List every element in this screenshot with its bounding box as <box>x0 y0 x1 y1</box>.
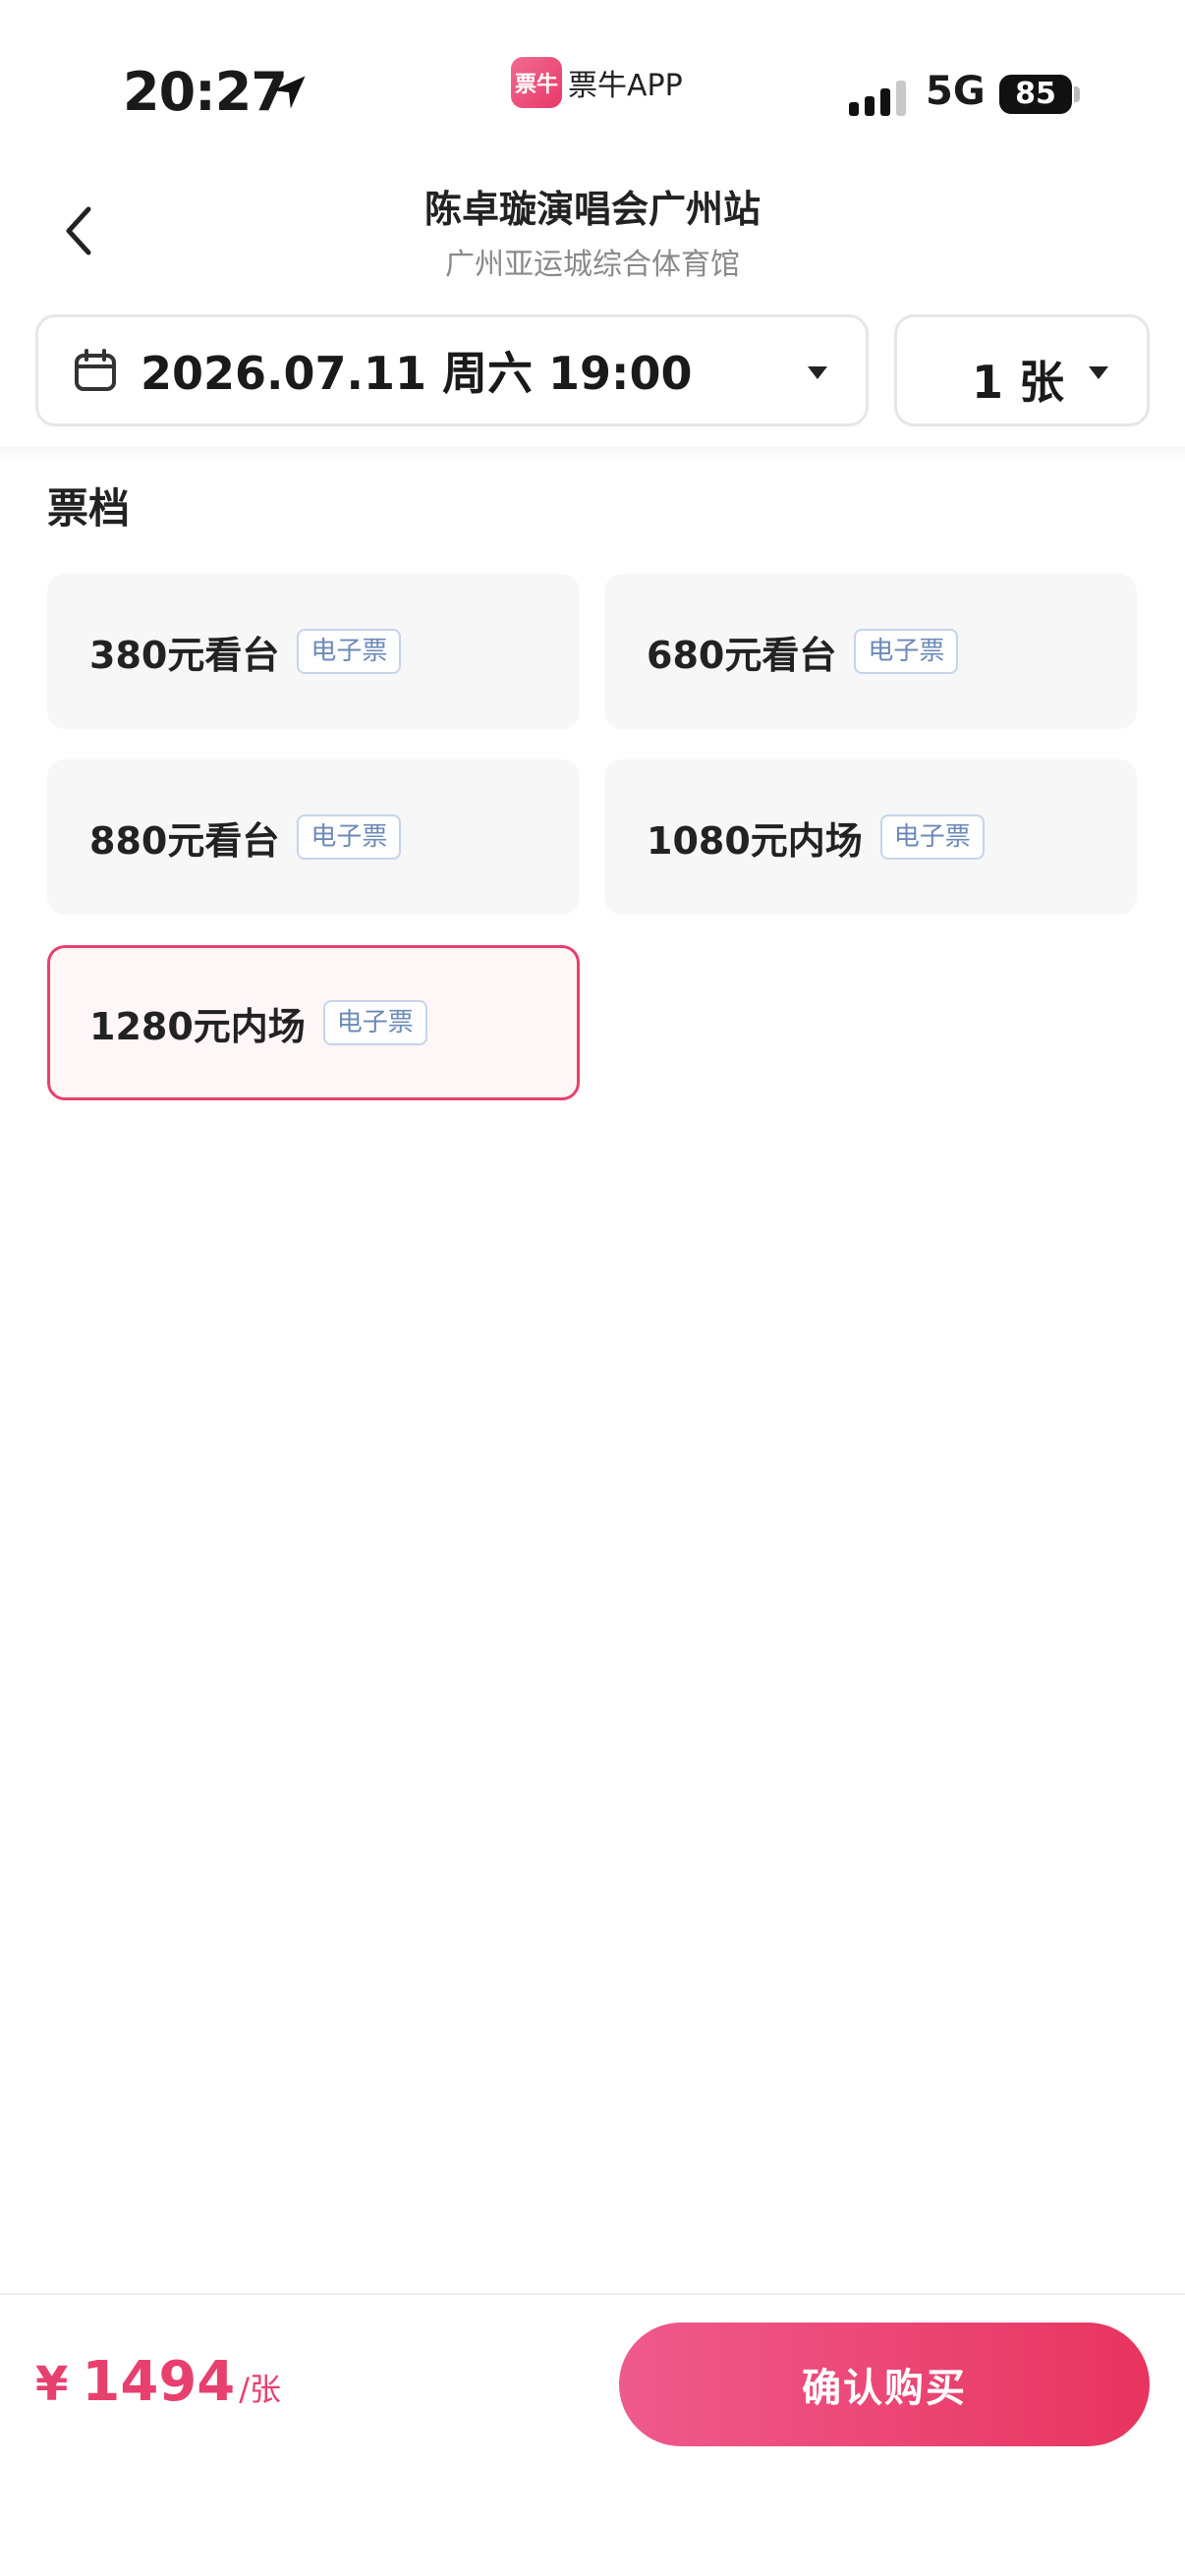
date-selector[interactable]: 2026.07.11 周六 19:00 <box>35 314 869 426</box>
section-divider <box>0 446 1185 462</box>
caret-down-icon <box>1089 366 1108 379</box>
network-type: 5G <box>926 69 986 114</box>
tier-option-380[interactable]: 380元看台 电子票 <box>47 574 580 729</box>
app-indicator: 票牛 票牛APP <box>511 57 683 108</box>
e-ticket-badge: 电子票 <box>322 1000 427 1045</box>
location-arrow-icon <box>272 76 306 109</box>
e-ticket-badge: 电子票 <box>854 629 959 674</box>
page-title: 陈卓璇演唱会广州站 <box>423 188 761 231</box>
tier-option-1080[interactable]: 1080元内场 电子票 <box>604 759 1137 915</box>
date-value: 2026.07.11 周六 19:00 <box>141 347 693 400</box>
currency-symbol: ¥ <box>35 2357 69 2412</box>
total-price: ¥ 1494 /张 <box>35 2350 281 2414</box>
battery-cap <box>1074 86 1080 102</box>
confirm-purchase-button[interactable]: 确认购买 <box>619 2323 1150 2446</box>
quantity-value: 1 张 <box>972 356 1065 409</box>
app-logo-icon: 票牛 <box>511 57 562 108</box>
ticket-purchase-page: 20:27 票牛 票牛APP 5G 85 陈卓璇演唱会广州站 广州亚运城综合体育… <box>0 0 1185 2576</box>
venue-subtitle: 广州亚运城综合体育馆 <box>445 248 740 282</box>
tier-label: 880元看台 <box>89 818 280 863</box>
tier-option-680[interactable]: 680元看台 电子票 <box>604 574 1137 729</box>
tier-option-1280[interactable]: 1280元内场 电子票 <box>47 945 580 1100</box>
battery-icon: 85 <box>999 75 1072 114</box>
app-name: 票牛APP <box>568 69 683 103</box>
tier-option-880[interactable]: 880元看台 电子票 <box>47 759 580 915</box>
tier-label: 380元看台 <box>89 633 280 677</box>
tier-label: 1080元内场 <box>647 818 863 863</box>
section-title: 票档 <box>47 484 131 532</box>
bottom-bar-divider <box>0 2293 1185 2295</box>
chevron-left-icon <box>66 206 91 255</box>
price-value: 1494 <box>82 2350 236 2414</box>
e-ticket-badge: 电子票 <box>297 814 402 860</box>
tier-label: 1280元内场 <box>89 1004 306 1048</box>
quantity-selector[interactable]: 1 张 <box>894 314 1150 426</box>
calendar-icon <box>75 349 116 391</box>
back-button[interactable] <box>39 187 118 275</box>
status-bar: 20:27 票牛 票牛APP 5G 85 <box>0 0 1185 147</box>
price-unit: /张 <box>239 2371 282 2408</box>
caret-down-icon <box>808 366 827 379</box>
tier-label: 680元看台 <box>647 633 837 677</box>
e-ticket-badge: 电子票 <box>879 814 985 860</box>
e-ticket-badge: 电子票 <box>297 629 402 674</box>
signal-icon <box>849 81 906 116</box>
status-time: 20:27 <box>123 61 288 123</box>
